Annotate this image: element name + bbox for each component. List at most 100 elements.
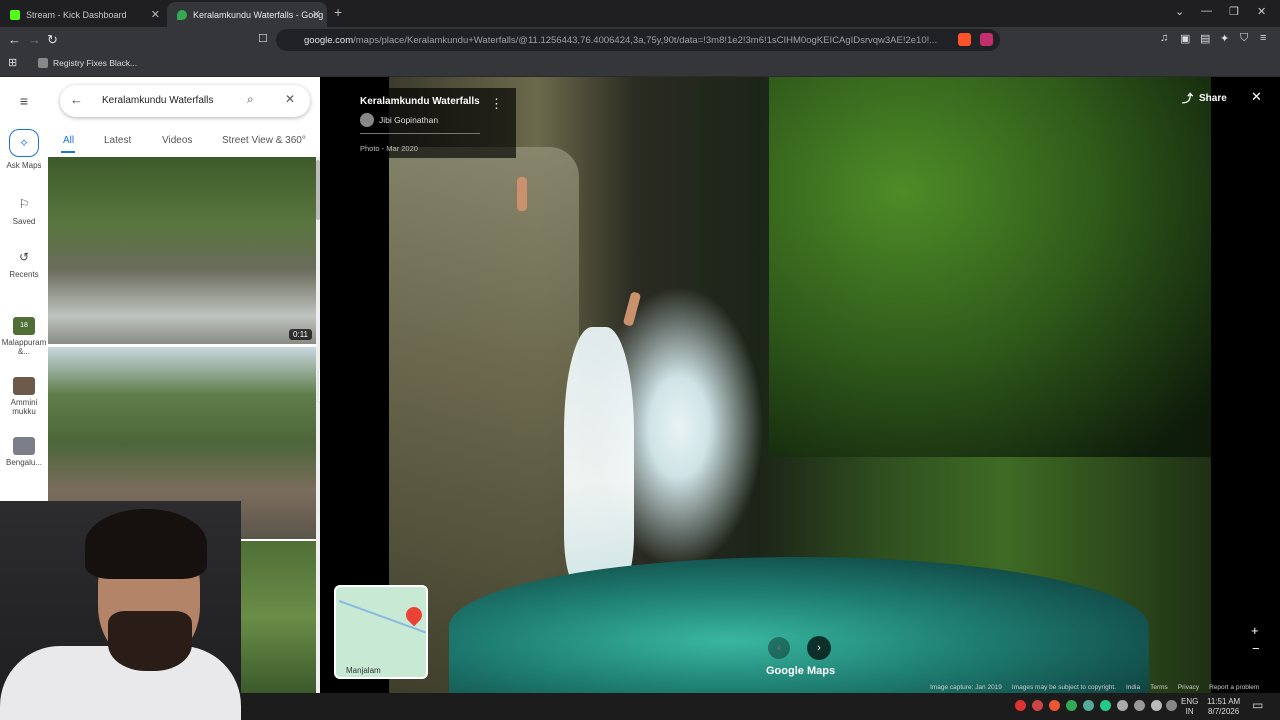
place-title[interactable]: Keralamkundu Waterfalls — [360, 96, 504, 107]
language-code: ENG — [1181, 697, 1199, 706]
rail-item-bengaluru[interactable]: Bengalu... — [0, 437, 48, 467]
tab-google-maps[interactable]: Keralamkundu Waterfalls - Goog ✕ — [167, 2, 327, 27]
media-icon[interactable]: ♫ — [1160, 32, 1168, 44]
zoom-out-button[interactable]: − — [1252, 641, 1260, 656]
bookmark-label: Registry Fixes Black... — [53, 58, 138, 68]
share-icon: ⤴ — [1182, 93, 1193, 105]
tab-videos[interactable]: Videos — [162, 135, 192, 146]
brave-shield-icon[interactable] — [958, 33, 971, 46]
rail-item-saved[interactable]: ⚐ Saved — [0, 197, 48, 226]
search-input[interactable]: Keralamkundu Waterfalls — [102, 95, 213, 106]
tray-app-icon[interactable] — [1032, 700, 1043, 711]
language-indicator[interactable]: ENG IN — [1181, 697, 1198, 717]
rail-item-ammini-mukku[interactable]: Ammini mukku — [0, 377, 48, 416]
close-window-icon[interactable]: ✕ — [1257, 5, 1266, 18]
copyright-notice: Images may be subject to copyright. — [1011, 684, 1116, 691]
search-icon[interactable]: ⌕ — [247, 92, 254, 107]
volume-icon[interactable] — [1151, 700, 1162, 711]
terms-link[interactable]: Terms — [1150, 684, 1168, 693]
recent-thumbnail — [13, 437, 35, 455]
tray-app-icon[interactable] — [1083, 700, 1094, 711]
mini-map[interactable]: Manjalam — [334, 585, 428, 679]
wallet-icon[interactable]: ▤ — [1200, 32, 1210, 45]
tray-app-icon[interactable] — [1100, 700, 1111, 711]
microphone-icon[interactable] — [1117, 700, 1128, 711]
vpn-icon[interactable]: ⛉ — [1240, 32, 1248, 45]
bookmark-favicon-icon — [38, 58, 48, 68]
rail-label: Ammini mukku — [10, 398, 38, 416]
clock[interactable]: 11:51 AM 8/7/2026 — [1207, 697, 1240, 717]
close-icon[interactable]: ✕ — [151, 8, 160, 21]
region-link[interactable]: India — [1126, 684, 1140, 693]
tab-all[interactable]: All — [63, 135, 74, 146]
tray-app-icon[interactable] — [1049, 700, 1060, 711]
restore-icon[interactable]: ❐ — [1229, 5, 1239, 18]
sidebar-icon[interactable]: ▣ — [1180, 32, 1190, 45]
minimize-icon[interactable]: — — [1201, 5, 1212, 17]
bookmark-icon: ⚐ — [18, 197, 30, 211]
recent-thumbnail: 18 — [13, 317, 35, 335]
capture-date: Image capture: Jan 2019 — [930, 684, 1002, 691]
back-arrow-icon[interactable]: ← — [70, 92, 83, 107]
video-duration-badge: 0:11 — [289, 329, 312, 340]
photo-author[interactable]: Jibi Gopinathan — [360, 113, 504, 127]
tab-street-view[interactable]: Street View & 360° — [222, 135, 306, 146]
menu-icon[interactable]: ≡ — [0, 93, 48, 109]
browser-tab-bar: Stream - Kick Dashboard ✕ Keralamkundu W… — [0, 0, 1280, 27]
rail-item-malappuram[interactable]: 18 Malappuram &... — [0, 317, 48, 356]
next-photo-button[interactable]: › — [807, 636, 831, 660]
more-options-icon[interactable]: ⋮ — [490, 96, 503, 112]
new-tab-button[interactable]: + — [334, 4, 342, 20]
menu-icon[interactable]: ≡ — [1260, 32, 1266, 44]
leo-ai-icon[interactable]: ✦ — [1220, 32, 1229, 45]
tab-search-icon[interactable]: ⌄ — [1175, 5, 1184, 18]
forward-icon[interactable]: → — [28, 32, 41, 47]
address-toolbar: ← → ↻ ☐ google.com/maps/place/Keralamkun… — [0, 27, 1280, 53]
search-box[interactable]: ← Keralamkundu Waterfalls ⌕ ✕ — [60, 85, 310, 117]
notification-icon[interactable]: ▭ — [1252, 698, 1263, 712]
back-icon[interactable]: ← — [8, 32, 21, 47]
pen-icon[interactable] — [1166, 700, 1177, 711]
close-icon[interactable]: ✕ — [312, 8, 321, 21]
share-label: Share — [1199, 92, 1227, 104]
location-pin-icon — [402, 603, 426, 627]
bookmark-item[interactable]: Registry Fixes Black... — [38, 58, 137, 68]
report-link[interactable]: Report a problem — [1209, 684, 1259, 693]
photo-thumbnail[interactable] — [241, 541, 316, 693]
privacy-link[interactable]: Privacy — [1178, 684, 1199, 693]
rail-label: Saved — [12, 217, 36, 226]
tray-app-icon[interactable] — [1066, 700, 1077, 711]
webcam-person-beard — [108, 611, 192, 671]
bookmark-icon[interactable]: ☐ — [258, 32, 268, 45]
url-domain: google.com — [304, 34, 354, 46]
tab-kick-dashboard[interactable]: Stream - Kick Dashboard ✕ — [0, 2, 166, 27]
waterfall-stream — [564, 327, 634, 587]
tab-latest[interactable]: Latest — [104, 135, 131, 146]
recent-thumbnail — [13, 377, 35, 395]
brave-rewards-icon[interactable] — [980, 33, 993, 46]
share-button[interactable]: ⤴ Share — [1182, 90, 1227, 106]
reload-icon[interactable]: ↻ — [47, 32, 58, 48]
network-icon[interactable] — [1134, 700, 1145, 711]
video-thumbnail[interactable]: 0:11 — [48, 157, 316, 344]
recent-count-badge: 18 — [20, 322, 28, 329]
rail-label: Bengalu... — [5, 458, 43, 467]
zoom-in-button[interactable]: + — [1251, 623, 1259, 638]
viewer-footer: Image capture: Jan 2019 Images may be su… — [930, 684, 1280, 693]
close-viewer-icon[interactable]: ✕ — [1251, 89, 1262, 105]
kick-icon — [10, 9, 20, 20]
tab-label: Stream - Kick Dashboard — [26, 9, 127, 20]
previous-photo-button[interactable]: ‹ — [768, 637, 790, 659]
tray-app-icon[interactable] — [1015, 700, 1026, 711]
map-place-label: Manjalam — [346, 666, 381, 675]
apps-grid-icon[interactable]: ⊞ — [8, 56, 17, 69]
webcam-person-hair — [85, 509, 207, 579]
rail-item-recents[interactable]: ↺ Recents — [0, 250, 48, 279]
close-icon[interactable]: ✕ — [285, 92, 295, 106]
google-maps-logo: Google Maps — [766, 665, 836, 677]
person-figure — [517, 177, 527, 211]
divider — [360, 133, 480, 134]
url-field[interactable]: google.com/maps/place/Keralamkundu+Water… — [276, 29, 1000, 51]
waterfall-photo[interactable] — [389, 77, 1211, 693]
rail-item-ask-maps[interactable]: ✧ Ask Maps — [0, 129, 48, 170]
